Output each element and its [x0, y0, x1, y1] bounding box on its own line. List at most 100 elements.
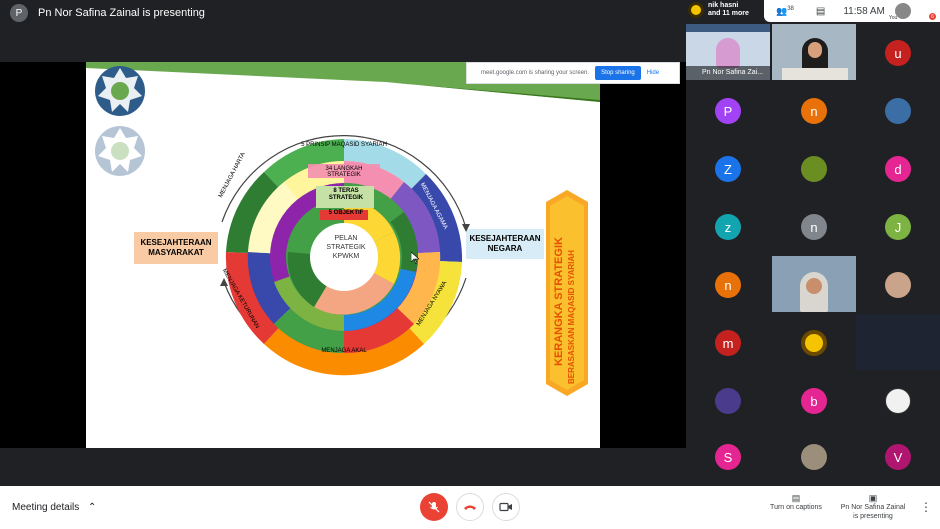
participant-video-tile[interactable] — [772, 24, 856, 80]
control-bar: Meeting details ⌃ ▤ Turn on captions ▣ P… — [0, 486, 940, 529]
speaking-indicator: nik hasni and 11 more — [688, 2, 749, 18]
participant-tile-dark[interactable] — [856, 314, 940, 370]
ring-objektif-label: 5 OBJEKTIF — [328, 210, 364, 216]
participant-tile[interactable] — [856, 82, 940, 140]
presenter-tile-label: Pn Nor Safina Zai... — [702, 69, 764, 76]
ring-teras-label: 8 TERAS STRATEGIK — [328, 188, 364, 201]
presenting-title: Pn Nor Safina Zainal is presenting — [38, 7, 205, 19]
participant-tile[interactable]: J — [856, 198, 940, 256]
participant-photo — [715, 388, 741, 414]
participant-avatar: d — [885, 156, 911, 182]
slide: KESEJAHTERAAN MASYARAKAT KESEJAHTERAAN N… — [86, 62, 600, 448]
mic-toggle-button[interactable] — [420, 493, 448, 521]
meeting-details-button[interactable]: Meeting details ⌃ — [12, 502, 96, 513]
speaker-more: and 11 more — [708, 10, 749, 17]
captions-label: Turn on captions — [770, 504, 822, 511]
sidebar-top: nik hasni and 11 more 👥38 ▤ 11:58 AM You… — [686, 0, 940, 24]
meeting-details-label: Meeting details — [12, 502, 80, 513]
participant-avatar: b — [801, 388, 827, 414]
participant-tile[interactable]: b — [772, 372, 856, 430]
center-line-3: KPWKM — [332, 253, 360, 260]
presenter-header: P Pn Nor Safina Zainal is presenting — [0, 0, 686, 26]
presenting-label-2: is presenting — [853, 513, 893, 520]
leave-call-button[interactable] — [456, 493, 484, 521]
participant-tile[interactable]: Z — [686, 140, 770, 198]
participant-avatar: P — [715, 98, 741, 124]
participant-photo — [885, 98, 911, 124]
stop-sharing-button[interactable]: Stop sharing — [595, 66, 641, 80]
participant-tile[interactable]: u — [856, 24, 940, 82]
captions-button[interactable]: ▤ Turn on captions — [766, 494, 826, 512]
ribbon-sub-text: BERASASKAN MAQASID SYARIAH — [567, 250, 576, 384]
meeting-info-bar: 👥38 ▤ 11:58 AM You 6 — [764, 0, 940, 22]
participant-avatar: u — [885, 40, 911, 66]
participant-avatar: V — [885, 444, 911, 470]
presenter-avatar: P — [10, 4, 28, 22]
participant-tile[interactable]: d — [856, 140, 940, 198]
ministry-logo-faded — [95, 126, 145, 176]
participant-avatar: m — [715, 330, 741, 356]
speaker-name: nik hasni — [708, 2, 739, 9]
camera-icon — [499, 502, 512, 512]
center-line-1: PELAN — [334, 235, 358, 242]
participant-tile[interactable] — [856, 256, 940, 314]
participant-avatar: Z — [715, 156, 741, 182]
participant-tile[interactable] — [686, 372, 770, 430]
participant-avatar: z — [715, 214, 741, 240]
center-line-2: STRATEGIK — [326, 244, 366, 251]
participant-video-tile[interactable] — [772, 256, 856, 312]
participant-avatar: n — [801, 214, 827, 240]
hide-share-bar-button[interactable]: Hide — [647, 70, 659, 76]
captions-icon: ▤ — [791, 493, 801, 503]
participant-tile[interactable]: z — [686, 198, 770, 256]
participant-tile[interactable] — [772, 314, 856, 372]
mouse-cursor-icon — [411, 252, 419, 264]
participant-tile[interactable]: n — [686, 256, 770, 314]
presentation-stage: KESEJAHTERAAN MASYARAKAT KESEJAHTERAAN N… — [0, 62, 686, 448]
participant-photo — [885, 388, 911, 414]
ministry-logo — [95, 66, 145, 116]
more-options-icon[interactable]: ⋮ — [920, 500, 932, 514]
mic-off-icon — [428, 501, 440, 513]
ribbon-main-text: KERANGKA STRATEGIK — [553, 237, 565, 366]
participant-tile[interactable] — [772, 140, 856, 198]
participant-photo — [801, 156, 827, 182]
participant-tile[interactable]: n — [772, 198, 856, 256]
chat-icon[interactable]: ▤ — [816, 6, 825, 17]
people-count: 38 — [787, 5, 794, 12]
people-icon: 👥 — [776, 5, 788, 16]
present-screen-icon: ▣ — [868, 493, 878, 503]
participant-tile[interactable]: V — [856, 428, 940, 486]
participant-photo — [885, 272, 911, 298]
center-label: PELAN STRATEGIK KPWKM — [322, 234, 370, 261]
people-button[interactable]: 👥38 — [776, 6, 794, 17]
notification-badge: 6 — [929, 13, 936, 20]
clock-time: 11:58 AM — [843, 5, 885, 17]
participant-tile[interactable]: P — [686, 82, 770, 140]
participant-grid: nik hasni and 11 more 👥38 ▤ 11:58 AM You… — [686, 0, 940, 486]
presenter-screen-tile[interactable]: Pn Nor Safina Zai... — [686, 24, 770, 80]
hang-up-icon — [464, 505, 476, 510]
chevron-up-icon: ⌃ — [88, 502, 97, 513]
camera-toggle-button[interactable] — [492, 493, 520, 521]
presenting-button[interactable]: ▣ Pn Nor Safina Zainal is presenting — [836, 494, 910, 521]
participant-avatar: J — [885, 214, 911, 240]
screen-share-bar: meet.google.com is sharing your screen. … — [466, 62, 680, 84]
presenting-label-1: Pn Nor Safina Zainal — [840, 504, 906, 511]
participant-photo — [801, 444, 827, 470]
participant-tile[interactable]: S — [686, 428, 770, 486]
participant-tile[interactable] — [856, 372, 940, 430]
ring-outer-label: 5 PRINSIP MAQASID SYARIAH — [301, 142, 387, 148]
you-label: You — [888, 15, 898, 21]
participant-tile[interactable]: n — [772, 82, 856, 140]
sunflower-avatar-icon — [688, 2, 704, 18]
sunflower-photo — [801, 330, 827, 356]
participant-avatar: n — [715, 272, 741, 298]
share-message: meet.google.com is sharing your screen. — [481, 70, 590, 76]
participant-avatar: S — [715, 444, 741, 470]
participant-tile[interactable]: m — [686, 314, 770, 372]
participant-avatar: n — [801, 98, 827, 124]
participant-tile[interactable] — [772, 428, 856, 486]
self-avatar: You — [889, 3, 911, 21]
seg-akal-label: MENJAGA AKAL — [321, 348, 367, 354]
